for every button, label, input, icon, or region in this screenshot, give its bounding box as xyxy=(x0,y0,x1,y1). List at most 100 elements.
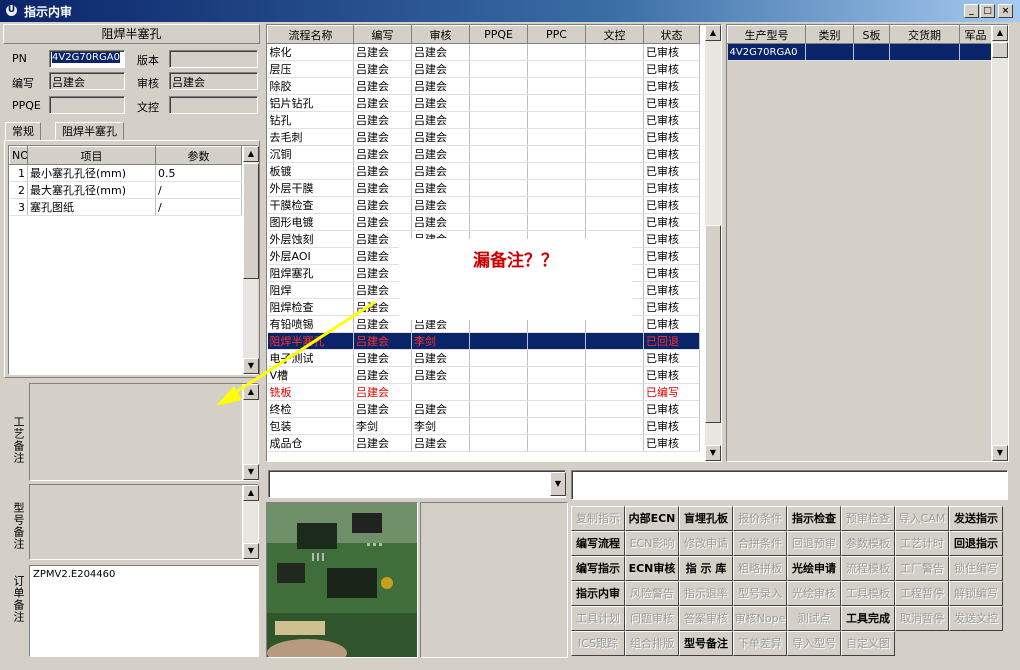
ppqe-field[interactable] xyxy=(49,96,125,114)
flow-row[interactable]: 成品仓 吕建会 吕建会 已审核 xyxy=(267,434,700,452)
tab-half-plug[interactable]: 阻焊半塞孔 xyxy=(55,122,124,140)
action-button[interactable]: 自定义图 xyxy=(841,631,895,656)
action-button[interactable]: 导入CAM xyxy=(895,506,949,531)
action-button[interactable]: 工具模板 xyxy=(841,581,895,606)
flow-row[interactable]: 图形电镀 吕建会 吕建会 已审核 xyxy=(267,213,700,231)
col-doc[interactable]: 文控 xyxy=(585,25,644,44)
model-note-scrollbar[interactable]: ▲ ▼ xyxy=(242,485,259,559)
action-button[interactable]: ICS跟踪 xyxy=(571,631,625,656)
action-button[interactable]: 解锁编写 xyxy=(949,581,1003,606)
version-field[interactable] xyxy=(169,50,258,68)
col-status[interactable]: 状态 xyxy=(643,25,700,44)
action-button[interactable]: 盲埋孔板 xyxy=(679,506,733,531)
scroll-up-icon[interactable]: ▲ xyxy=(705,25,721,41)
action-button[interactable]: 工厂警告 xyxy=(895,556,949,581)
action-button[interactable]: 参数模板 xyxy=(841,531,895,556)
writer-field[interactable]: 吕建会 xyxy=(49,72,125,90)
col-due-date[interactable]: 交货期 xyxy=(889,25,960,44)
flow-combo[interactable]: ▼ xyxy=(268,470,566,498)
action-button[interactable]: 型号录入 xyxy=(733,581,787,606)
action-button[interactable]: 锁住编写 xyxy=(949,556,1003,581)
scroll-down-icon[interactable]: ▼ xyxy=(992,445,1008,461)
action-button[interactable]: ECN影响 xyxy=(625,531,679,556)
action-button[interactable]: 组合排版 xyxy=(625,631,679,656)
col-reviewer[interactable]: 审核 xyxy=(411,25,470,44)
action-button[interactable]: 报价条件 xyxy=(733,506,787,531)
scroll-thumb[interactable] xyxy=(243,163,259,279)
action-button[interactable]: 工具计划 xyxy=(571,606,625,631)
flow-row[interactable]: 干膜检查 吕建会 吕建会 已审核 xyxy=(267,196,700,214)
flow-row[interactable]: 去毛刺 吕建会 吕建会 已审核 xyxy=(267,128,700,146)
maximize-button[interactable]: □ xyxy=(980,4,995,18)
action-button[interactable]: 修改申请 xyxy=(679,531,733,556)
col-writer[interactable]: 编写 xyxy=(353,25,412,44)
col-military[interactable]: 军品 xyxy=(959,25,992,44)
flow-row[interactable]: 外层干膜 吕建会 吕建会 已审核 xyxy=(267,179,700,197)
action-button[interactable]: 回退指示 xyxy=(949,531,1003,556)
action-button[interactable]: 下单差异 xyxy=(733,631,787,656)
action-button[interactable]: 粗略拼板 xyxy=(733,556,787,581)
order-note-field[interactable]: ZPMV2.E204460 xyxy=(29,565,259,657)
info-text-field[interactable] xyxy=(571,470,1008,500)
action-button[interactable]: 风险警告 xyxy=(625,581,679,606)
action-button[interactable]: 编写指示 xyxy=(571,556,625,581)
action-button[interactable]: 指示检查 xyxy=(787,506,841,531)
action-button[interactable]: 测试点 xyxy=(787,606,841,631)
scroll-up-icon[interactable]: ▲ xyxy=(992,25,1008,41)
action-button[interactable]: 型号备注 xyxy=(679,631,733,656)
flow-row[interactable]: 层压 吕建会 吕建会 已审核 xyxy=(267,60,700,78)
flow-row[interactable]: 钻孔 吕建会 吕建会 已审核 xyxy=(267,111,700,129)
action-button[interactable]: 预审检查 xyxy=(841,506,895,531)
action-button[interactable]: 发送指示 xyxy=(949,506,1003,531)
model-scrollbar[interactable]: ▲ ▼ xyxy=(991,25,1008,461)
close-button[interactable]: × xyxy=(998,4,1013,18)
action-button[interactable]: 审核Nope xyxy=(733,606,787,631)
flow-row[interactable]: 铝片钻孔 吕建会 吕建会 已审核 xyxy=(267,94,700,112)
scroll-up-icon[interactable]: ▲ xyxy=(243,485,259,501)
action-button[interactable]: 发送文控 xyxy=(949,606,1003,631)
col-category[interactable]: 类别 xyxy=(805,25,854,44)
reviewer-field[interactable]: 吕建会 xyxy=(169,72,258,90)
action-button[interactable]: 光绘审核 xyxy=(787,581,841,606)
doc-field[interactable] xyxy=(169,96,258,114)
tab-general[interactable]: 常规 xyxy=(5,122,41,141)
flow-row[interactable]: 除胶 吕建会 吕建会 已审核 xyxy=(267,77,700,95)
params-row[interactable]: 1 最小塞孔孔径(mm) 0.5 xyxy=(9,164,242,182)
scroll-down-icon[interactable]: ▼ xyxy=(243,543,259,559)
minimize-button[interactable]: _ xyxy=(964,4,979,18)
flow-row[interactable]: 板镀 吕建会 吕建会 已审核 xyxy=(267,162,700,180)
action-button[interactable]: 回退预审 xyxy=(787,531,841,556)
flow-row[interactable]: 棕化 吕建会 吕建会 已审核 xyxy=(267,43,700,61)
action-button[interactable]: 指示内审 xyxy=(571,581,625,606)
action-button[interactable]: 内部ECN xyxy=(625,506,679,531)
action-button[interactable]: 取消暂停 xyxy=(895,606,949,631)
col-ppqe[interactable]: PPQE xyxy=(469,25,528,44)
flow-row[interactable]: 包装 李剑 李剑 已审核 xyxy=(267,417,700,435)
flow-row[interactable]: 沉铜 吕建会 吕建会 已审核 xyxy=(267,145,700,163)
action-button[interactable]: 导入型号 xyxy=(787,631,841,656)
scroll-thumb[interactable] xyxy=(705,225,721,423)
action-button[interactable]: 工艺计时 xyxy=(895,531,949,556)
pn-field[interactable]: 4V2G70RGA0 xyxy=(49,50,125,68)
params-row[interactable]: 3 塞孔图纸 / xyxy=(9,198,242,216)
action-button[interactable]: 工具完成 xyxy=(841,606,895,631)
action-button[interactable]: 光绘申请 xyxy=(787,556,841,581)
scroll-thumb[interactable] xyxy=(992,42,1008,58)
chevron-down-icon[interactable]: ▼ xyxy=(550,472,566,496)
model-row[interactable]: 4V2G70RGA0 xyxy=(727,43,992,61)
params-row[interactable]: 2 最大塞孔孔径(mm) / xyxy=(9,181,242,199)
action-button[interactable]: 指示退率 xyxy=(679,581,733,606)
action-button[interactable]: 编写流程 xyxy=(571,531,625,556)
action-button[interactable]: 复制指示 xyxy=(571,506,625,531)
col-model[interactable]: 生产型号 xyxy=(727,25,806,44)
scroll-up-icon[interactable]: ▲ xyxy=(243,146,259,162)
action-button[interactable]: 答案审核 xyxy=(679,606,733,631)
col-ppc[interactable]: PPC xyxy=(527,25,586,44)
col-flow-name[interactable]: 流程名称 xyxy=(267,25,354,44)
action-button[interactable]: ECN审核 xyxy=(625,556,679,581)
scroll-down-icon[interactable]: ▼ xyxy=(243,464,259,480)
action-button[interactable]: 工程暂停 xyxy=(895,581,949,606)
col-s-board[interactable]: S板 xyxy=(853,25,890,44)
scroll-down-icon[interactable]: ▼ xyxy=(705,445,721,461)
action-button[interactable]: 流程模板 xyxy=(841,556,895,581)
